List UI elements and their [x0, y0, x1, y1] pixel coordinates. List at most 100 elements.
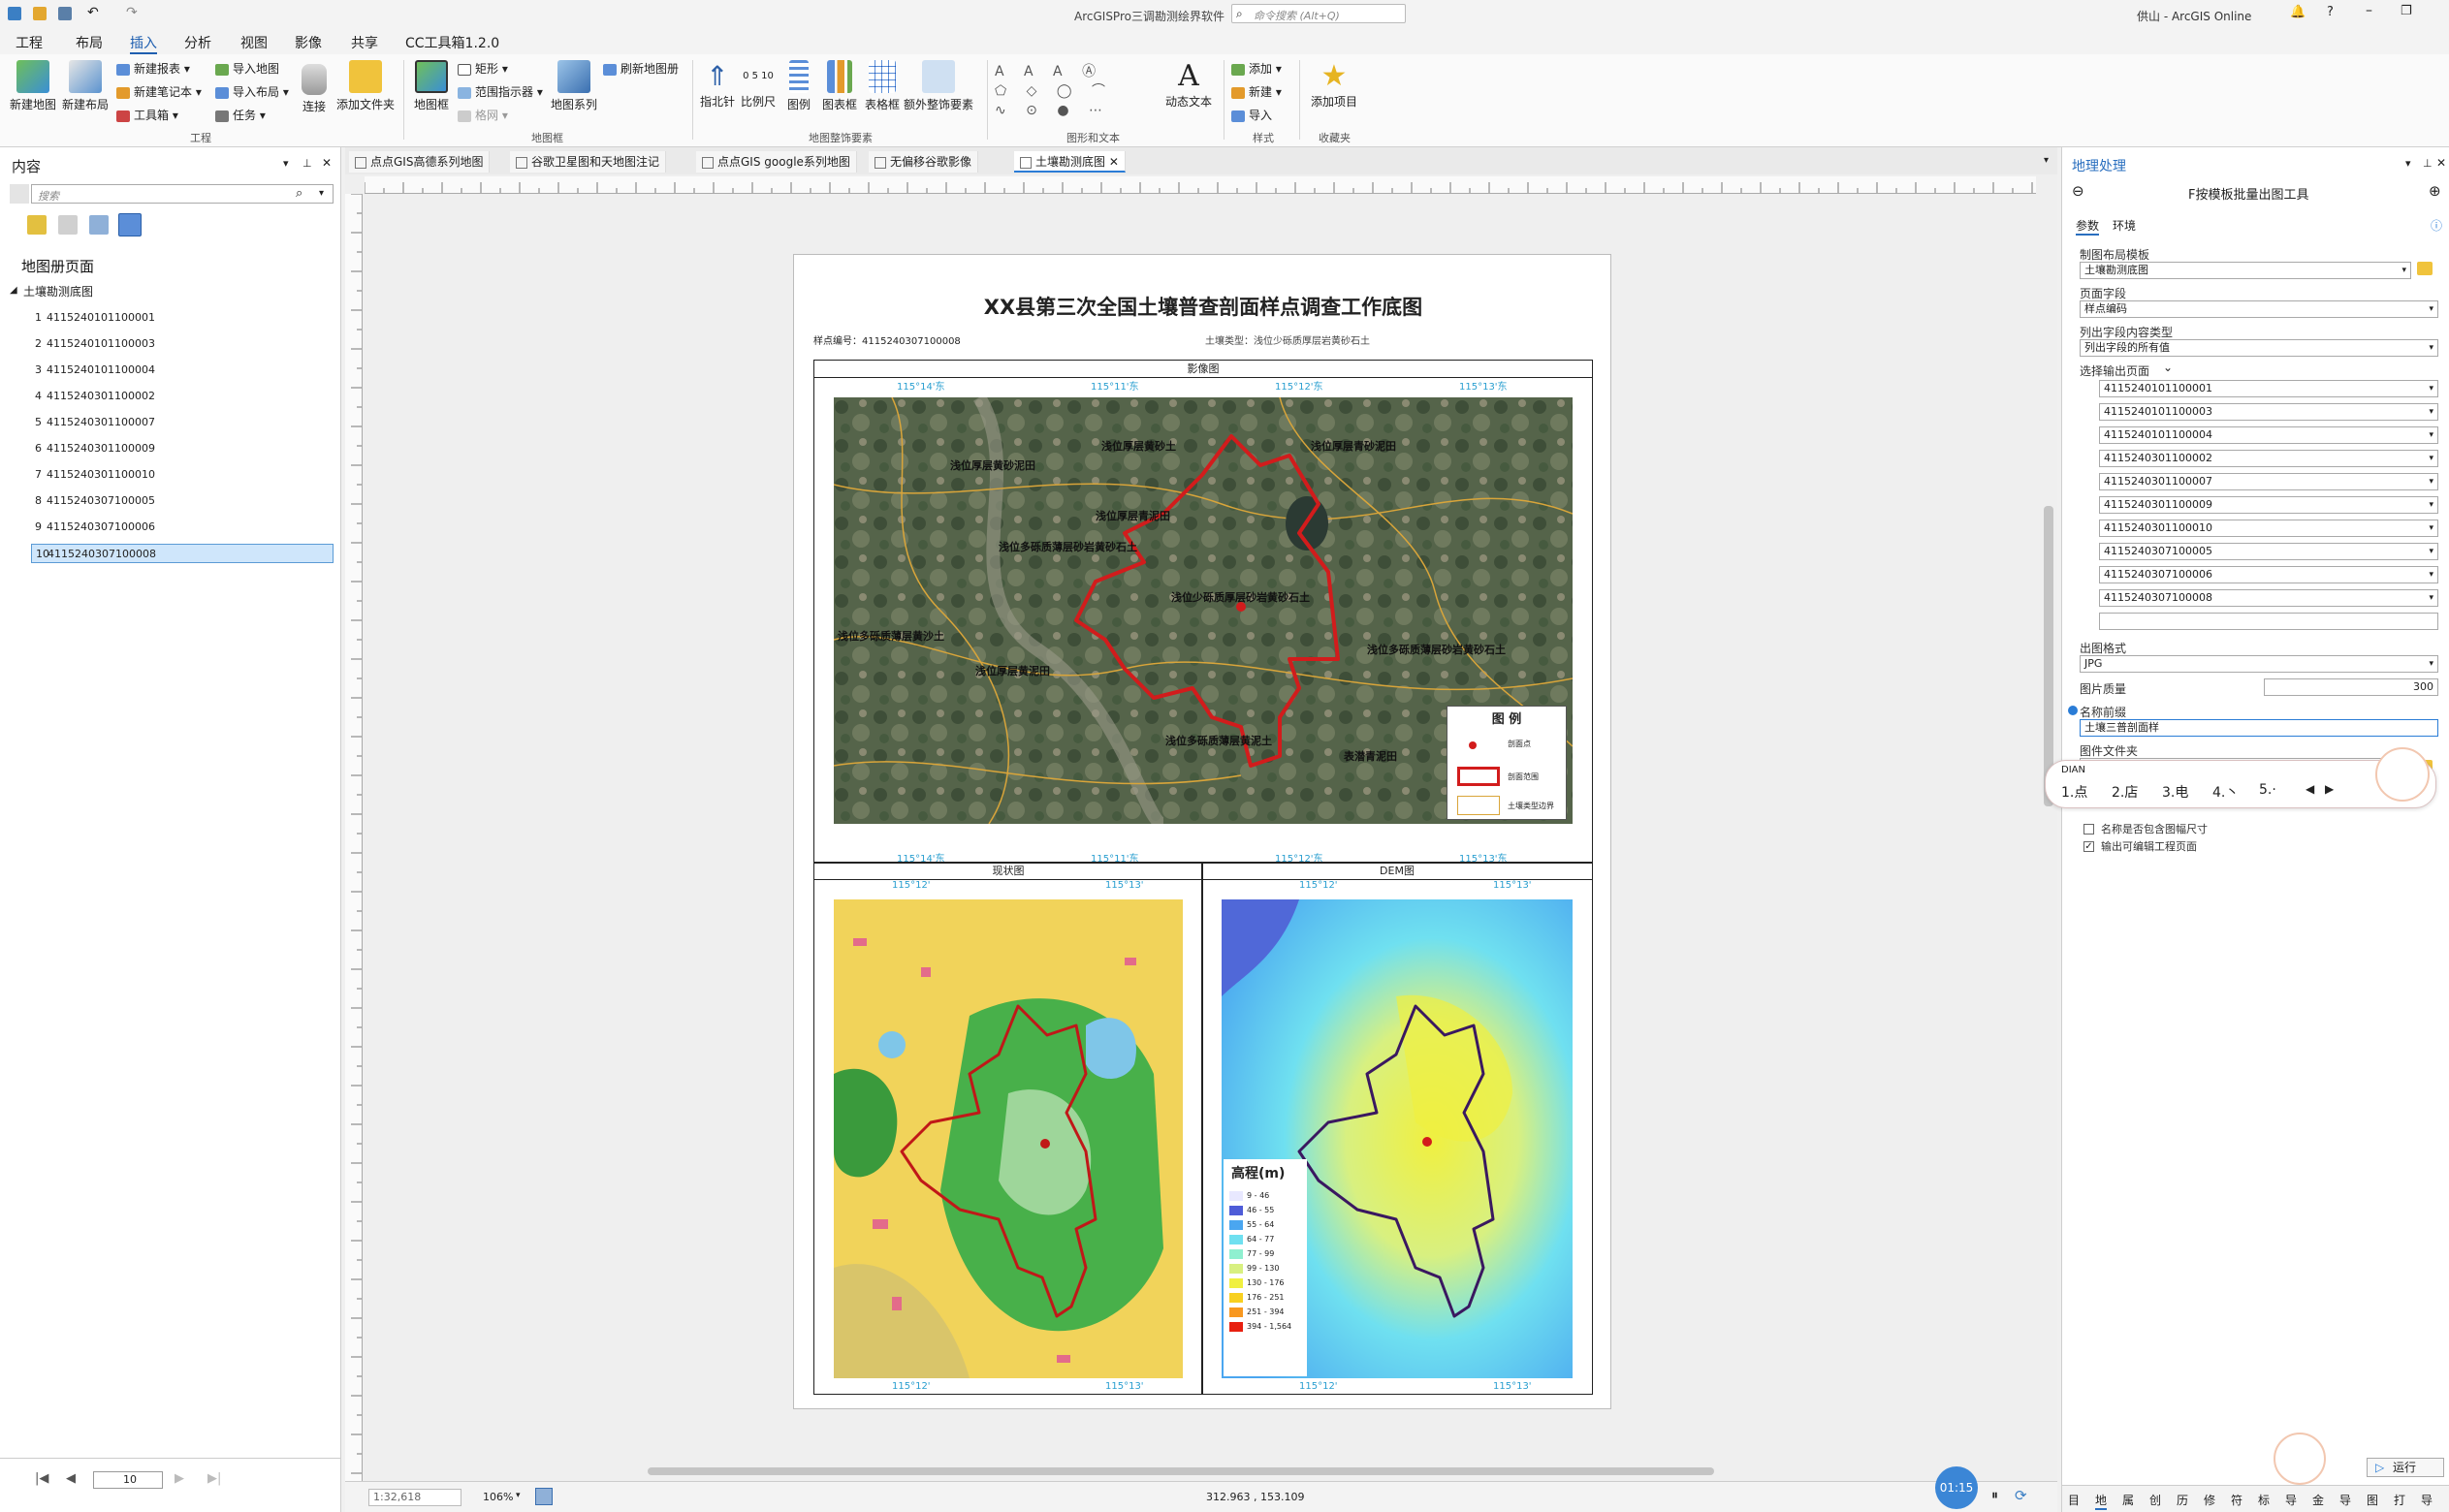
save-icon[interactable] — [58, 7, 72, 20]
first-page-icon[interactable]: |◀ — [35, 1471, 48, 1486]
new-report-button[interactable]: 新建报表 ▾ — [116, 60, 190, 77]
output-page-select[interactable]: 4115240101100004 ▾ — [2099, 426, 2438, 444]
new-map-button[interactable]: 新建地图 — [8, 60, 58, 112]
zoom-level[interactable]: 106% — [483, 1491, 513, 1503]
horizontal-scrollbar[interactable] — [648, 1467, 1714, 1475]
menu-share[interactable]: 共享 — [351, 33, 378, 52]
next-page-icon[interactable]: ▶ — [175, 1471, 184, 1486]
drawing-order-icon[interactable] — [27, 215, 47, 235]
output-page-select[interactable]: 4115240307100006 ▾ — [2099, 566, 2438, 583]
close-icon[interactable]: ✕ — [322, 156, 332, 170]
ime-candidate[interactable]: 3.电 — [2162, 782, 2188, 802]
list-item[interactable]: 2 4115240101100003 — [31, 334, 334, 354]
list-item[interactable]: 3 4115240101100004 — [31, 361, 334, 380]
help-icon[interactable]: ? — [2327, 5, 2334, 19]
dynamic-text-button[interactable]: A 动态文本 — [1161, 60, 1216, 110]
table-frame-button[interactable]: 表格框 — [863, 60, 902, 112]
menu-cc-toolbox[interactable]: CC工具箱1.2.0 — [405, 33, 499, 52]
new-layout-button[interactable]: 新建布局 — [60, 60, 111, 112]
pane-bottom-tab[interactable]: 导 — [2339, 1492, 2351, 1508]
tab-view[interactable]: 点点GIS google系列地图 — [696, 151, 857, 173]
map-series-button[interactable]: 地图系列 — [549, 60, 599, 112]
extent-indicator-button[interactable]: 范围指示器 ▾ — [458, 83, 543, 100]
back-icon[interactable]: ⊖ — [2072, 182, 2084, 200]
add-folder-button[interactable]: 添加文件夹 — [335, 60, 396, 112]
user-name[interactable]: 供山 - ArcGIS Online — [2137, 8, 2251, 24]
import-map-button[interactable]: 导入地图 — [215, 60, 279, 77]
legend-button[interactable]: 图例 — [781, 60, 816, 112]
pane-bottom-tab[interactable]: 导 — [2285, 1492, 2297, 1508]
import-style-button[interactable]: 导入 — [1231, 107, 1272, 123]
add-item-button[interactable]: ★ 添加项目 — [1307, 60, 1361, 110]
recording-timer[interactable]: 01:15 — [1935, 1466, 1978, 1509]
pin-icon[interactable]: ⊥ — [302, 157, 312, 170]
content-type-select[interactable]: 列出字段的所有值 ▾ — [2080, 339, 2438, 357]
ime-candidate[interactable]: 2.店 — [2112, 782, 2138, 802]
pane-bottom-tab[interactable]: 地 — [2095, 1492, 2108, 1510]
folder-icon[interactable] — [2417, 262, 2433, 275]
pane-bottom-tab[interactable]: 导 — [2421, 1492, 2433, 1508]
vertical-scrollbar[interactable] — [2044, 506, 2053, 806]
menu-view[interactable]: 视图 — [240, 33, 268, 52]
output-page-select[interactable]: 4115240307100008 ▾ — [2099, 589, 2438, 607]
add-style-button[interactable]: 添加 ▾ — [1231, 60, 1282, 77]
ime-next-icon[interactable]: ▶ — [2325, 782, 2334, 796]
minimize-icon[interactable]: – — [2366, 3, 2372, 18]
selection-icon[interactable] — [89, 215, 109, 235]
pane-menu-icon[interactable]: ▾ — [283, 157, 289, 170]
task-button[interactable]: 任务 ▾ — [215, 107, 266, 123]
output-page-select[interactable]: 4115240301100002 ▾ — [2099, 450, 2438, 467]
notification-icon[interactable]: 🔔 — [2290, 5, 2306, 19]
output-page-select[interactable]: 4115240307100005 ▾ — [2099, 543, 2438, 560]
pane-bottom-tab[interactable]: 金 — [2312, 1492, 2324, 1508]
list-item[interactable]: 8 4115240307100005 — [31, 491, 334, 511]
collapse-icon[interactable]: ⌄ — [2163, 361, 2173, 374]
scale-bar-button[interactable]: 0 5 10 比例尺 — [739, 60, 778, 110]
list-item[interactable]: 6 4115240301100009 — [31, 439, 334, 458]
pin-icon[interactable]: ⊥ — [2423, 157, 2433, 170]
rectangle-button[interactable]: 矩形 ▾ — [458, 60, 508, 77]
chart-frame-button[interactable]: 图表框 — [820, 60, 859, 112]
pause-icon[interactable]: ⏸ — [1991, 1488, 1998, 1503]
list-item[interactable]: 4 4115240301100002 — [31, 387, 334, 406]
quality-input[interactable]: 300 — [2264, 678, 2438, 696]
north-arrow-button[interactable]: ⇑ 指北针 — [698, 60, 737, 110]
ime-candidate[interactable]: 4.丶 — [2212, 782, 2239, 802]
list-item[interactable]: 9 4115240307100006 — [31, 518, 334, 537]
menu-project[interactable]: 工程 — [16, 33, 43, 52]
last-page-icon[interactable]: ▶| — [207, 1471, 221, 1486]
scale-field[interactable]: 1:32,618 — [368, 1489, 461, 1506]
refresh-icon[interactable]: ⟳ — [2015, 1487, 2027, 1504]
output-page-select[interactable]: 4115240301100010 ▾ — [2099, 520, 2438, 537]
pane-bottom-tab[interactable]: 创 — [2149, 1492, 2161, 1508]
menu-analysis[interactable]: 分析 — [184, 33, 211, 52]
output-page-select[interactable]: 4115240101100003 ▾ — [2099, 403, 2438, 421]
connect-button[interactable]: 连接 — [295, 64, 334, 114]
output-page-select[interactable]: 4115240301100009 ▾ — [2099, 496, 2438, 514]
list-item[interactable]: 104115240307100008 — [31, 544, 334, 563]
refresh-atlas-button[interactable]: 刷新地图册 — [603, 60, 679, 77]
elevation-legend[interactable]: 高程(m) 9 - 46 46 - 55 55 - 64 64 - 77 77 - 99… — [1224, 1159, 1307, 1376]
format-select[interactable]: JPG ▾ — [2080, 655, 2438, 673]
list-item[interactable]: 5 4115240301100007 — [31, 413, 334, 432]
close-icon[interactable]: ✕ — [2436, 156, 2446, 170]
grid-snap-icon[interactable] — [535, 1488, 553, 1505]
pane-bottom-tab[interactable]: 图 — [2367, 1492, 2378, 1508]
page-field-select[interactable]: 样点编码 ▾ — [2080, 300, 2438, 318]
pane-bottom-tab[interactable]: 属 — [2122, 1492, 2134, 1508]
output-page-empty[interactable] — [2099, 613, 2438, 630]
expand-icon[interactable]: ◢ — [10, 285, 17, 296]
source-icon[interactable] — [58, 215, 78, 235]
chevron-down-icon[interactable]: ▾ — [516, 1491, 521, 1500]
land-use-map[interactable] — [834, 899, 1183, 1378]
grid-button[interactable]: 格网 ▾ — [458, 107, 508, 123]
command-search[interactable]: ⌕ 命令搜索 (Alt+Q) — [1231, 4, 1406, 23]
tree-root[interactable]: 土壤勘测底图 — [23, 283, 93, 299]
import-layout-button[interactable]: 导入布局 ▾ — [215, 83, 289, 100]
ime-prev-icon[interactable]: ◀ — [2306, 782, 2314, 796]
page-number-input[interactable]: 10 — [93, 1471, 163, 1489]
menu-imagery[interactable]: 影像 — [295, 33, 322, 52]
list-item[interactable]: 1 4115240101100001 — [31, 308, 334, 328]
list-item[interactable]: 7 4115240301100010 — [31, 465, 334, 485]
restore-icon[interactable]: ❐ — [2401, 4, 2412, 18]
